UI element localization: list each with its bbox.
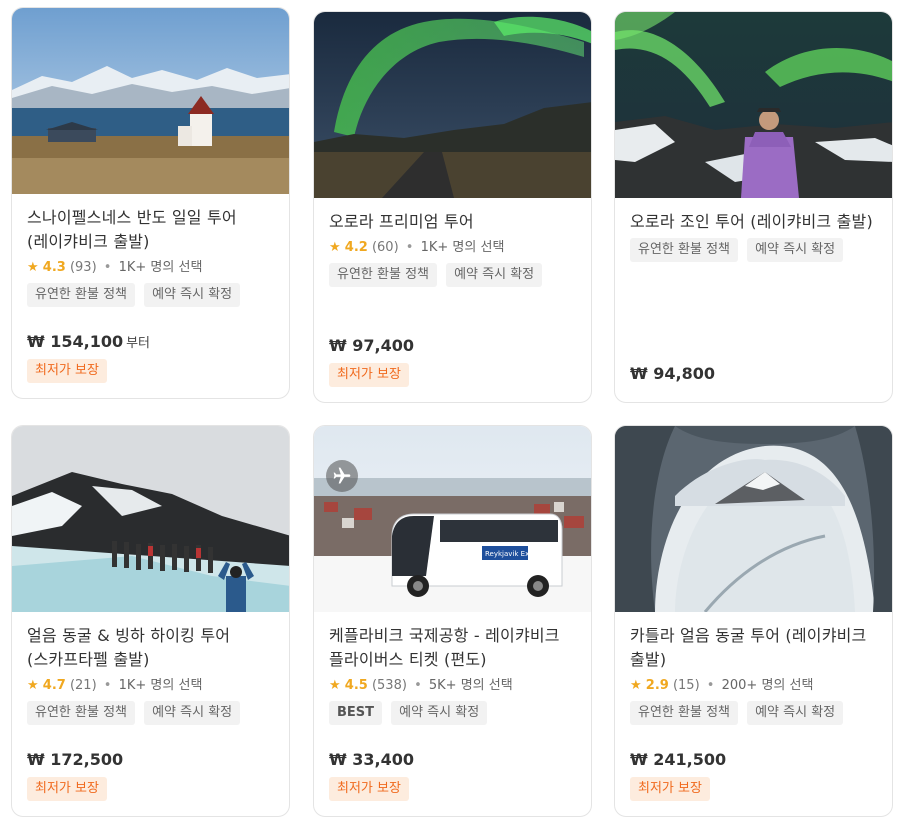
rating-value: 2.9	[645, 678, 669, 693]
booked-count: 5K+ 명의 선택	[428, 678, 513, 693]
product-card[interactable]: 오로라 프리미엄 투어 ★ 4.2 (60) • 1K+ 명의 선택 유연한 환…	[313, 11, 592, 403]
product-card[interactable]: 스나이펠스네스 반도 일일 투어 (레이캬비크 출발) ★ 4.3 (93) •…	[11, 7, 290, 399]
rating-value: 4.3	[42, 260, 66, 275]
bus-logo-text: Reykjavik Excursions	[485, 550, 559, 558]
tag: 유연한 환불 정책	[630, 238, 738, 262]
booked-count: 1K+ 명의 선택	[420, 240, 505, 255]
star-icon: ★	[329, 678, 341, 693]
airplane-icon	[326, 460, 358, 492]
best-tag: BEST	[329, 701, 383, 725]
product-card[interactable]: Reykjavik Excursions 케플라비크 국제공항 - 레이캬비크 …	[313, 425, 592, 817]
tag: 예약 즉시 확정	[144, 701, 241, 725]
tag: 유연한 환불 정책	[27, 283, 135, 307]
lowest-price-badge: 최저가 보장	[630, 777, 710, 801]
review-count: (21)	[69, 678, 97, 693]
lowest-price-badge: 최저가 보장	[27, 777, 107, 801]
review-count: (538)	[371, 678, 407, 693]
rating-value: 4.5	[344, 678, 368, 693]
tag: 예약 즉시 확정	[144, 283, 241, 307]
tag: 유연한 환불 정책	[329, 263, 437, 287]
lowest-price-badge: 최저가 보장	[27, 359, 107, 383]
booked-count: 1K+ 명의 선택	[118, 678, 203, 693]
product-title[interactable]: 카틀라 얼음 동굴 투어 (레이캬비크 출발)	[630, 624, 877, 672]
product-image[interactable]	[314, 12, 591, 198]
rating-row: ★ 4.5 (538) • 5K+ 명의 선택	[329, 678, 513, 693]
star-icon: ★	[630, 678, 642, 693]
price: ₩ 33,400	[329, 750, 414, 769]
product-grid: 스나이펠스네스 반도 일일 투어 (레이캬비크 출발) ★ 4.3 (93) •…	[0, 0, 900, 827]
product-title[interactable]: 오로라 프리미엄 투어	[329, 210, 576, 234]
star-icon: ★	[27, 260, 39, 275]
star-icon: ★	[27, 678, 39, 693]
product-image[interactable]: Reykjavik Excursions	[314, 426, 591, 612]
rating-row: ★ 4.7 (21) • 1K+ 명의 선택	[27, 678, 203, 693]
product-image[interactable]	[12, 426, 289, 612]
tag-list: 유연한 환불 정책 예약 즉시 확정	[630, 701, 877, 727]
tag: 예약 즉시 확정	[747, 701, 844, 725]
review-count: (93)	[69, 260, 97, 275]
product-image[interactable]	[615, 12, 892, 198]
product-image[interactable]	[615, 426, 892, 612]
tag: 예약 즉시 확정	[446, 263, 543, 287]
tag: 유연한 환불 정책	[27, 701, 135, 725]
price: ₩ 97,400	[329, 336, 414, 355]
product-card[interactable]: 카틀라 얼음 동굴 투어 (레이캬비크 출발) ★ 2.9 (15) • 200…	[614, 425, 893, 817]
product-title[interactable]: 케플라비크 국제공항 - 레이캬비크 플라이버스 티켓 (편도)	[329, 624, 576, 672]
tag: 예약 즉시 확정	[391, 701, 488, 725]
price: ₩ 172,500	[27, 750, 124, 769]
tag-list: 유연한 환불 정책 예약 즉시 확정	[27, 701, 274, 727]
product-card[interactable]: 오로라 조인 투어 (레이캬비크 출발) 유연한 환불 정책 예약 즉시 확정 …	[614, 11, 893, 403]
price: ₩ 241,500	[630, 750, 727, 769]
price-suffix: 부터	[126, 336, 151, 351]
booked-count: 200+ 명의 선택	[721, 678, 814, 693]
tag-list: 유연한 환불 정책 예약 즉시 확정	[630, 238, 877, 264]
rating-value: 4.7	[42, 678, 66, 693]
review-count: (15)	[672, 678, 700, 693]
lowest-price-badge: 최저가 보장	[329, 777, 409, 801]
product-title[interactable]: 스나이펠스네스 반도 일일 투어 (레이캬비크 출발)	[27, 206, 274, 254]
rating-value: 4.2	[344, 240, 368, 255]
tag-list: 유연한 환불 정책 예약 즉시 확정	[27, 283, 274, 309]
tag: 유연한 환불 정책	[630, 701, 738, 725]
price: ₩ 94,800	[630, 364, 715, 383]
rating-row: ★ 2.9 (15) • 200+ 명의 선택	[630, 678, 814, 693]
review-count: (60)	[371, 240, 399, 255]
star-icon: ★	[329, 240, 341, 255]
price-value: ₩ 154,100	[27, 332, 124, 351]
rating-row: ★ 4.3 (93) • 1K+ 명의 선택	[27, 260, 203, 275]
product-image[interactable]	[12, 8, 289, 194]
tag: 예약 즉시 확정	[747, 238, 844, 262]
tag-list: BEST 예약 즉시 확정	[329, 701, 576, 727]
product-title[interactable]: 오로라 조인 투어 (레이캬비크 출발)	[630, 210, 877, 234]
rating-row: ★ 4.2 (60) • 1K+ 명의 선택	[329, 240, 505, 255]
tag-list: 유연한 환불 정책 예약 즉시 확정	[329, 263, 576, 289]
booked-count: 1K+ 명의 선택	[118, 260, 203, 275]
product-card[interactable]: 얼음 동굴 & 빙하 하이킹 투어 (스카프타펠 출발) ★ 4.7 (21) …	[11, 425, 290, 817]
lowest-price-badge: 최저가 보장	[329, 363, 409, 387]
product-title[interactable]: 얼음 동굴 & 빙하 하이킹 투어 (스카프타펠 출발)	[27, 624, 274, 672]
price: ₩ 154,100 부터	[27, 332, 150, 351]
